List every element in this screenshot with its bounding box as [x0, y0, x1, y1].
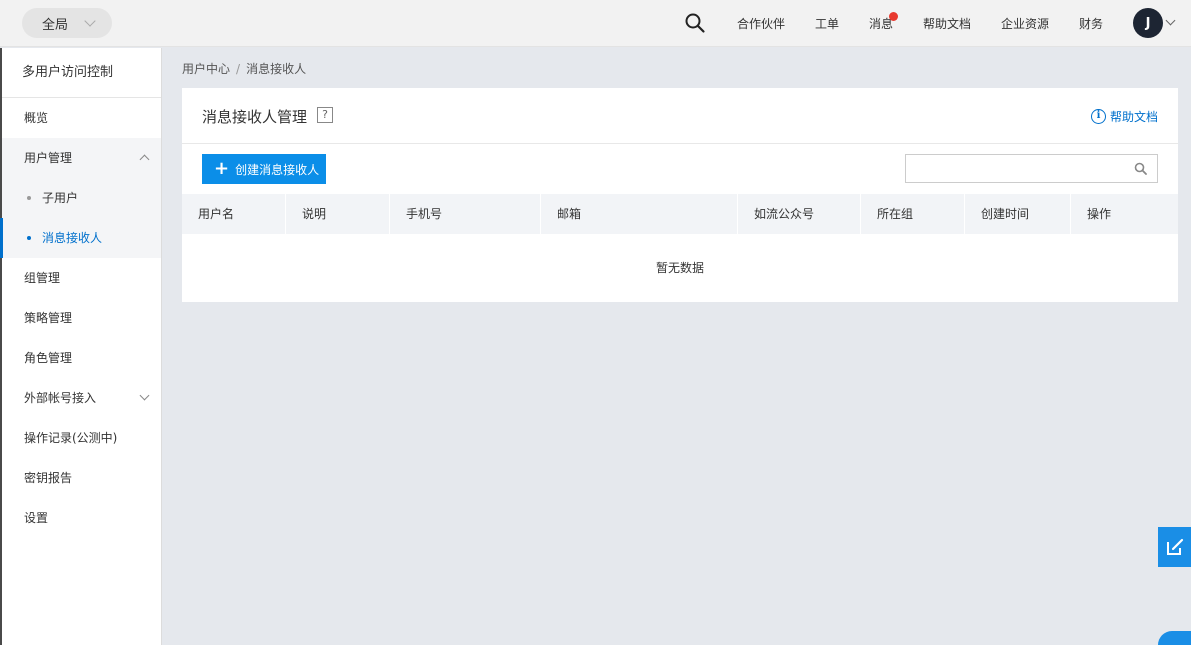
search-input[interactable] — [906, 155, 1126, 182]
top-navbar: 全局 合作伙伴 工单 消息 帮助文档 企业资源 财务 J — [0, 0, 1191, 47]
sidebar: 多用户访问控制 概览 用户管理 子用户 消息接收人 组管理 策略管理 角色管理 … — [0, 48, 162, 645]
chat-icon[interactable] — [1158, 631, 1191, 645]
sidebar-item-label: 密钥报告 — [24, 471, 73, 485]
nav-help-docs[interactable]: 帮助文档 — [923, 15, 971, 32]
sidebar-item-label: 概览 — [24, 111, 49, 125]
sidebar-item-user-management[interactable]: 用户管理 — [2, 138, 161, 178]
panel-header: 消息接收人管理 ? i 帮助文档 — [182, 88, 1178, 144]
chevron-down-icon — [139, 390, 150, 401]
region-selector[interactable]: 全局 — [22, 8, 112, 38]
avatar[interactable]: J — [1133, 8, 1163, 38]
sidebar-item-external-account[interactable]: 外部帐号接入 — [2, 378, 161, 418]
sidebar-item-key-report[interactable]: 密钥报告 — [2, 458, 161, 498]
chevron-down-icon[interactable] — [1165, 15, 1176, 26]
sidebar-item-overview[interactable]: 概览 — [2, 98, 161, 138]
chevron-up-icon — [139, 154, 150, 165]
sidebar-item-group-management[interactable]: 组管理 — [2, 258, 161, 298]
sidebar-item-policy-management[interactable]: 策略管理 — [2, 298, 161, 338]
help-docs-label: 帮助文档 — [1109, 110, 1158, 124]
question-icon[interactable]: ? — [317, 107, 333, 123]
column-header-description: 说明 — [286, 194, 390, 234]
sidebar-item-role-management[interactable]: 角色管理 — [2, 338, 161, 378]
create-receiver-button[interactable]: + 创建消息接收人 — [202, 154, 326, 184]
sidebar-item-settings[interactable]: 设置 — [2, 498, 161, 538]
sidebar-item-label: 消息接收人 — [42, 231, 103, 245]
column-header-email: 邮箱 — [541, 194, 738, 234]
sidebar-item-label: 角色管理 — [24, 351, 73, 365]
nav-ticket[interactable]: 工单 — [815, 15, 839, 32]
create-receiver-label: 创建消息接收人 — [235, 162, 320, 177]
sidebar-item-message-receiver[interactable]: 消息接收人 — [0, 218, 161, 258]
sidebar-item-sub-user[interactable]: 子用户 — [2, 178, 161, 218]
column-header-group: 所在组 — [861, 194, 965, 234]
breadcrumb-parent[interactable]: 用户中心 — [182, 62, 230, 76]
column-header-actions: 操作 — [1087, 207, 1112, 221]
sidebar-item-operation-log[interactable]: 操作记录(公测中) — [2, 418, 161, 458]
column-header-created-time: 创建时间 — [965, 194, 1071, 234]
nav-finance[interactable]: 财务 — [1079, 15, 1103, 32]
main-panel: 消息接收人管理 ? i 帮助文档 + 创建消息接收人 用户名 说明 手机号 邮箱… — [182, 88, 1178, 302]
sidebar-item-label: 组管理 — [24, 271, 61, 285]
nav-enterprise-resources[interactable]: 企业资源 — [1001, 15, 1049, 32]
breadcrumb: 用户中心 / 消息接收人 — [182, 60, 306, 77]
message-badge — [889, 12, 898, 21]
page-title: 消息接收人管理 — [202, 108, 308, 126]
bullet-icon — [27, 236, 31, 240]
column-header-ruliu: 如流公众号 — [738, 194, 861, 234]
feedback-edit-button[interactable] — [1158, 527, 1191, 567]
breadcrumb-current: 消息接收人 — [246, 62, 307, 76]
edit-icon — [1166, 538, 1183, 555]
sidebar-item-label: 用户管理 — [24, 151, 73, 165]
table-header: 用户名 说明 手机号 邮箱 如流公众号 所在组 创建时间 操作 — [182, 194, 1178, 234]
info-icon: i — [1090, 109, 1106, 124]
empty-state-text: 暂无数据 — [655, 261, 704, 275]
search-icon[interactable] — [1134, 162, 1147, 175]
search-icon[interactable] — [684, 12, 706, 34]
sidebar-item-label: 设置 — [24, 511, 49, 525]
sidebar-item-label: 操作记录(公测中) — [24, 431, 118, 445]
region-label: 全局 — [42, 17, 69, 33]
column-header-phone: 手机号 — [390, 194, 541, 234]
chevron-down-icon — [84, 15, 96, 27]
help-docs-link[interactable]: i 帮助文档 — [1090, 108, 1158, 125]
plus-icon: + — [214, 158, 230, 179]
search-box — [905, 154, 1158, 183]
bullet-icon — [27, 196, 31, 200]
sidebar-item-label: 外部帐号接入 — [24, 391, 97, 405]
sidebar-item-label: 子用户 — [42, 191, 79, 205]
sidebar-item-label: 策略管理 — [24, 311, 73, 325]
breadcrumb-separator: / — [236, 62, 241, 76]
column-header-username: 用户名 — [182, 194, 286, 234]
nav-partners[interactable]: 合作伙伴 — [737, 15, 785, 32]
sidebar-title: 多用户访问控制 — [2, 48, 161, 98]
